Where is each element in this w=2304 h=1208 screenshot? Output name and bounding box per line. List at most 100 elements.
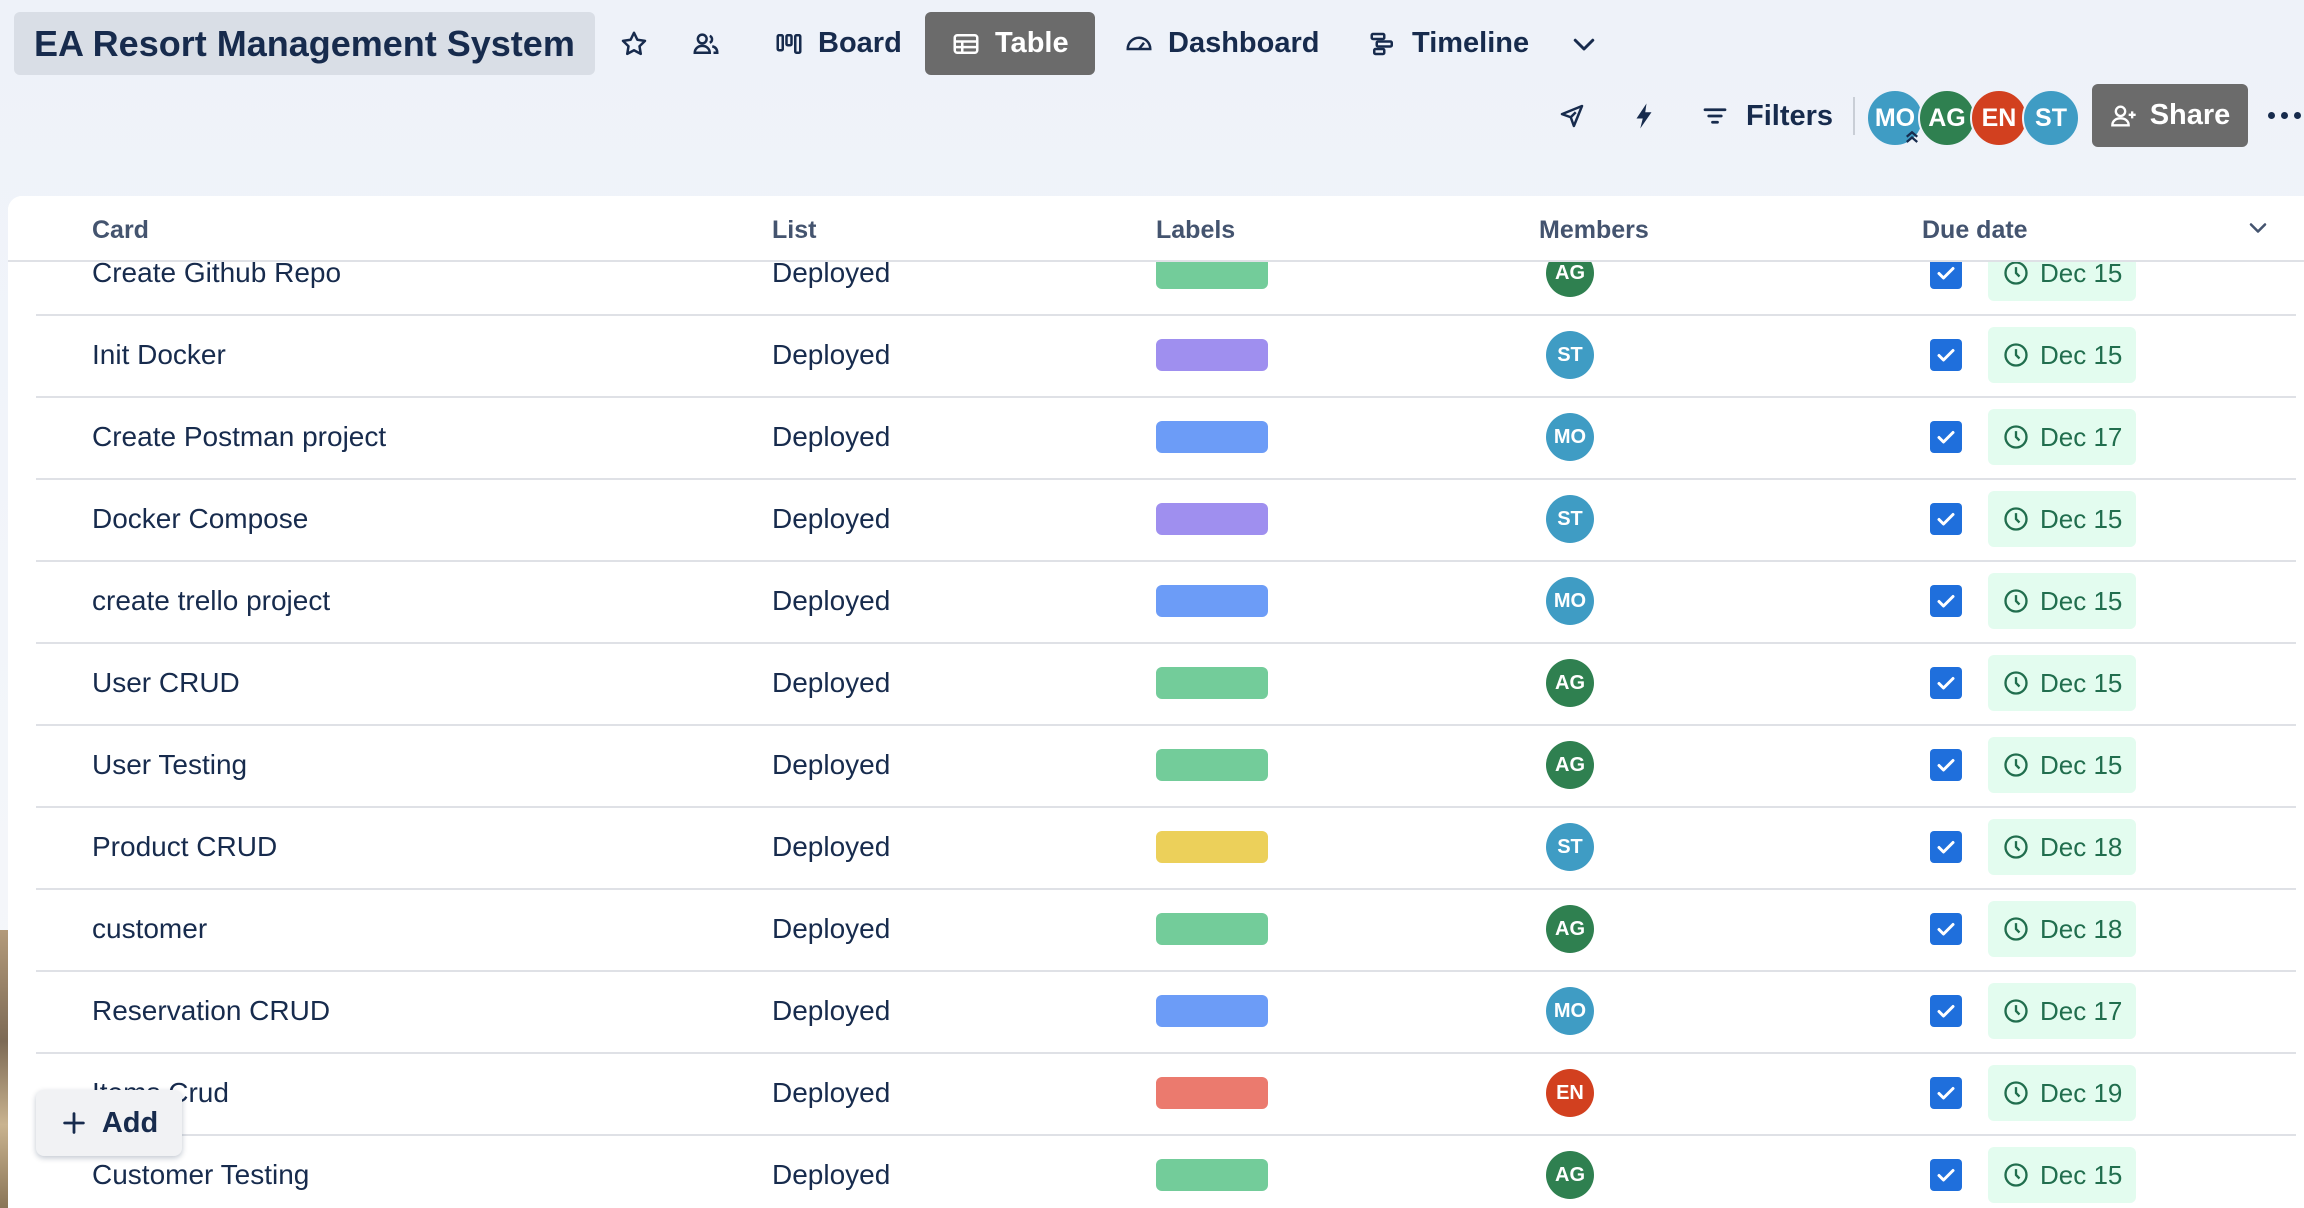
share-button[interactable]: Share [2092, 84, 2248, 147]
member-avatar[interactable]: ST [1546, 823, 1594, 871]
member-avatar[interactable]: AG [1546, 659, 1594, 707]
tab-dashboard[interactable]: Dashboard [1098, 12, 1345, 75]
list-name[interactable]: Deployed [772, 314, 890, 396]
list-name[interactable]: Deployed [772, 806, 890, 888]
card-label[interactable] [1156, 421, 1268, 453]
table-row[interactable]: Product CRUD Deployed ST Dec 18 [36, 806, 2296, 890]
card-name[interactable]: customer [92, 888, 207, 970]
due-complete-checkbox[interactable] [1930, 503, 1962, 535]
table-row[interactable]: Create Postman project Deployed MO Dec 17 [36, 396, 2296, 480]
due-date-badge[interactable]: Dec 15 [1988, 327, 2137, 383]
automation-lightning-icon[interactable] [1620, 92, 1668, 140]
card-name[interactable]: Reservation CRUD [92, 970, 330, 1052]
card-name[interactable]: create trello project [92, 560, 330, 642]
list-name[interactable]: Deployed [772, 478, 890, 560]
due-date-text: Dec 15 [2040, 339, 2123, 370]
card-name[interactable]: Create Postman project [92, 396, 386, 478]
due-complete-checkbox[interactable] [1930, 995, 1962, 1027]
column-header-card[interactable]: Card [92, 216, 149, 245]
card-label[interactable] [1156, 913, 1268, 945]
card-label[interactable] [1156, 995, 1268, 1027]
card-label[interactable] [1156, 503, 1268, 535]
list-name[interactable]: Deployed [772, 1134, 890, 1208]
card-label[interactable] [1156, 749, 1268, 781]
due-complete-checkbox[interactable] [1930, 913, 1962, 945]
due-date-badge[interactable]: Dec 19 [1988, 1065, 2137, 1121]
due-complete-checkbox[interactable] [1930, 667, 1962, 699]
card-name[interactable]: Docker Compose [92, 478, 308, 560]
power-ups-rocket-icon[interactable] [1548, 92, 1596, 140]
star-icon[interactable] [610, 20, 658, 68]
due-date-badge[interactable]: Dec 15 [1988, 655, 2137, 711]
column-header-list[interactable]: List [772, 216, 816, 245]
table-row[interactable]: customer Deployed AG Dec 18 [36, 888, 2296, 972]
sort-chevron-down-icon[interactable] [2244, 214, 2272, 242]
tab-table[interactable]: Table [925, 12, 1095, 75]
card-name[interactable]: Init Docker [92, 314, 226, 396]
table-row[interactable]: Items CrudDeployedENDec 19 [36, 1052, 2296, 1136]
due-date-badge[interactable]: Dec 15 [1988, 573, 2137, 629]
member-avatar[interactable]: AG [1546, 1151, 1594, 1199]
tab-board[interactable]: Board [748, 12, 928, 75]
table-row[interactable]: Reservation CRUD Deployed MO Dec 17 [36, 970, 2296, 1054]
avatar[interactable]: EN [1970, 89, 2028, 147]
card-label[interactable] [1156, 339, 1268, 371]
due-complete-checkbox[interactable] [1930, 749, 1962, 781]
table-row[interactable]: User CRUD Deployed AG Dec 15 [36, 642, 2296, 726]
table-row[interactable]: Docker Compose Deployed ST Dec 15 [36, 478, 2296, 562]
list-name[interactable]: Deployed [772, 888, 890, 970]
member-avatar[interactable]: ST [1546, 331, 1594, 379]
member-avatar[interactable]: ST [1546, 495, 1594, 543]
board-title[interactable]: EA Resort Management System [14, 12, 595, 75]
card-label[interactable] [1156, 667, 1268, 699]
card-label[interactable] [1156, 585, 1268, 617]
card-name[interactable]: User CRUD [92, 642, 240, 724]
table-row[interactable]: Customer Testing Deployed AG Dec 15 [36, 1134, 2296, 1208]
table-row[interactable]: Init Docker Deployed ST Dec 15 [36, 314, 2296, 398]
column-header-members[interactable]: Members [1539, 216, 1649, 245]
card-label[interactable] [1156, 1077, 1268, 1109]
due-complete-checkbox[interactable] [1930, 831, 1962, 863]
list-name[interactable]: Deployed [772, 642, 890, 724]
member-avatar[interactable]: MO [1546, 987, 1594, 1035]
list-name[interactable]: Deployed [772, 970, 890, 1052]
due-complete-checkbox[interactable] [1930, 585, 1962, 617]
due-complete-checkbox[interactable] [1930, 1159, 1962, 1191]
due-complete-checkbox[interactable] [1930, 339, 1962, 371]
more-views-chevron-icon[interactable] [1560, 20, 1608, 68]
due-date-badge[interactable]: Dec 15 [1988, 1147, 2137, 1203]
avatar[interactable]: AG [1918, 89, 1976, 147]
list-name[interactable]: Deployed [772, 396, 890, 478]
member-avatar[interactable]: MO [1546, 413, 1594, 461]
card-label[interactable] [1156, 831, 1268, 863]
card-name[interactable]: Product CRUD [92, 806, 277, 888]
table-row[interactable]: create trello project Deployed MO Dec 15 [36, 560, 2296, 644]
due-complete-checkbox[interactable] [1930, 1077, 1962, 1109]
due-date-badge[interactable]: Dec 15 [1988, 491, 2137, 547]
workspace-visibility-icon[interactable] [682, 20, 730, 68]
table-row[interactable]: User Testing Deployed AG Dec 15 [36, 724, 2296, 808]
list-name[interactable]: Deployed [772, 560, 890, 642]
add-card-button[interactable]: Add [36, 1090, 182, 1156]
due-date-badge[interactable]: Dec 17 [1988, 409, 2137, 465]
avatar[interactable]: ST [2022, 89, 2080, 147]
due-date-badge[interactable]: Dec 15 [1988, 737, 2137, 793]
column-header-due-date[interactable]: Due date [1922, 216, 2028, 245]
due-date-badge[interactable]: Dec 17 [1988, 983, 2137, 1039]
card-name[interactable]: User Testing [92, 724, 247, 806]
due-complete-checkbox[interactable] [1930, 421, 1962, 453]
member-avatar[interactable]: EN [1546, 1069, 1594, 1117]
more-menu-icon[interactable] [2268, 95, 2304, 135]
card-label[interactable] [1156, 1159, 1268, 1191]
list-name[interactable]: Deployed [772, 724, 890, 806]
member-avatar[interactable]: AG [1546, 905, 1594, 953]
list-name[interactable]: Deployed [772, 1052, 890, 1134]
clock-icon [2002, 1161, 2030, 1189]
member-avatar[interactable]: AG [1546, 741, 1594, 789]
member-avatar[interactable]: MO [1546, 577, 1594, 625]
due-date-badge[interactable]: Dec 18 [1988, 819, 2137, 875]
filters-button[interactable]: Filters [1690, 88, 1843, 144]
due-date-badge[interactable]: Dec 18 [1988, 901, 2137, 957]
column-header-labels[interactable]: Labels [1156, 216, 1235, 245]
tab-timeline[interactable]: Timeline [1342, 12, 1555, 75]
